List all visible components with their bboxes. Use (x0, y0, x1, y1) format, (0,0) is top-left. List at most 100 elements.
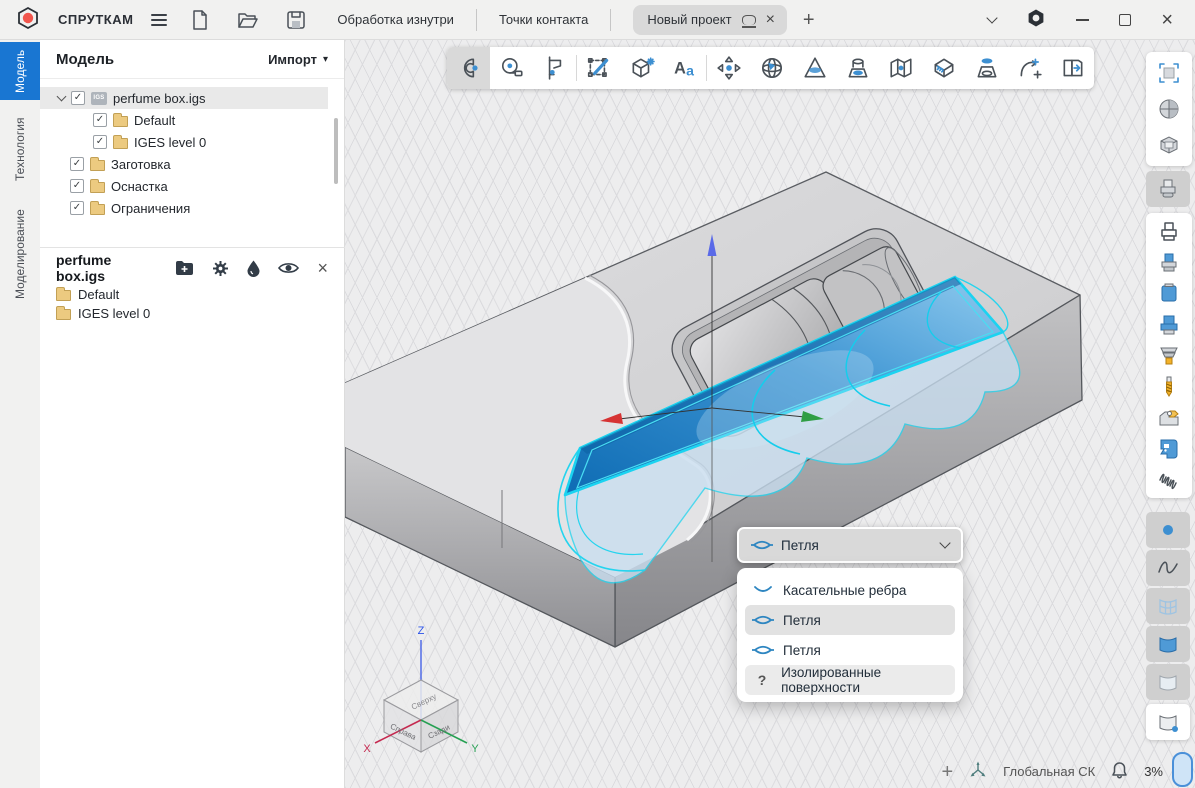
move-transform-icon[interactable] (707, 47, 750, 89)
axis-x-label: X (363, 743, 371, 755)
detail-panel-title: perfume box.igs (56, 252, 151, 284)
punch-outline-icon[interactable] (1147, 216, 1191, 247)
window-maximize-icon[interactable] (1119, 14, 1131, 26)
draft-pad-icon[interactable] (965, 47, 1008, 89)
menu-tab-contact-points[interactable]: Точки контакта (499, 12, 588, 27)
save-file-icon[interactable] (281, 5, 311, 35)
machine-icon[interactable] (1147, 433, 1191, 464)
checkbox[interactable]: ✓ (71, 91, 85, 105)
expander-chevron-icon[interactable] (57, 92, 67, 102)
notifications-bell-icon[interactable] (1111, 761, 1128, 782)
select-frame-icon[interactable] (1147, 55, 1191, 91)
add-folder-icon[interactable] (175, 260, 194, 276)
checkbox[interactable]: ✓ (93, 113, 107, 127)
stamp-tip-icon[interactable] (1147, 340, 1191, 371)
side-panel-toggle-icon[interactable] (1051, 47, 1094, 89)
punch-pad-icon[interactable] (836, 47, 879, 89)
tree-item-perfume-box[interactable]: ✓ IGS perfume box.igs (40, 87, 328, 109)
open-folder-icon[interactable] (233, 5, 263, 35)
sidebar-tab-modeling[interactable]: Моделирование (0, 198, 40, 310)
detail-item-default[interactable]: Default (40, 285, 344, 304)
sidebar-tab-model[interactable]: Модель (0, 42, 40, 100)
cube-face-left-label: Справа (389, 722, 418, 742)
origin-axes-triad (600, 234, 824, 562)
surface-map-icon[interactable] (879, 47, 922, 89)
caliper-icon[interactable] (533, 47, 576, 89)
material-drop-icon[interactable] (247, 260, 260, 277)
mesh-surface-icon[interactable] (1146, 588, 1190, 624)
new-file-icon[interactable] (185, 5, 215, 35)
drill-bit-icon[interactable] (1147, 371, 1191, 402)
tab-close-icon[interactable]: × (766, 12, 775, 28)
sidebar-tab-technology[interactable]: Технология (0, 108, 40, 190)
main-menu-icon[interactable] (151, 14, 167, 26)
text-annotation-icon[interactable]: Aa (663, 47, 706, 89)
viewport-3d[interactable]: Сверху Справа Сзади Z X Y (345, 40, 1195, 788)
detail-item-label: Default (78, 287, 119, 302)
tree-item-label: Заготовка (111, 157, 171, 172)
window-minimize-icon[interactable] (1076, 19, 1089, 21)
stepped-punch-icon[interactable] (1147, 309, 1191, 340)
panel-title: Модель (56, 51, 114, 68)
pin-tab-icon[interactable] (742, 15, 756, 25)
curve-create-icon[interactable] (1008, 47, 1051, 89)
folder-icon (56, 309, 71, 320)
menu-option-isolated-surfaces[interactable]: ? Изолированные поверхности (745, 665, 955, 695)
tangent-arc-icon (752, 583, 774, 597)
detail-item-iges[interactable]: IGES level 0 (40, 304, 344, 323)
loop-icon (751, 538, 773, 552)
surface-filled-icon[interactable] (1146, 626, 1190, 662)
tree-scrollbar[interactable] (334, 118, 338, 184)
menu-option-loop-2[interactable]: Петля (745, 635, 955, 665)
tree-item-fixture[interactable]: ✓ Оснастка (40, 175, 344, 197)
surface-light-icon[interactable] (1146, 664, 1190, 700)
simulation-box-icon[interactable] (922, 47, 965, 89)
rotate-sphere-icon[interactable] (750, 47, 793, 89)
view-box-icon[interactable] (1147, 127, 1191, 163)
visibility-eye-icon[interactable] (278, 261, 299, 275)
coordinate-triad-icon[interactable] (969, 761, 987, 782)
surface-point-icon[interactable] (1146, 704, 1190, 740)
import-button[interactable]: Импорт ▾ (268, 52, 328, 67)
punch-blue-icon[interactable] (1147, 247, 1191, 278)
menu-option-loop-1[interactable]: Петля (745, 605, 955, 635)
menu-tab-processing[interactable]: Обработка изнутри (337, 12, 454, 27)
coordinate-system-label[interactable]: Глобальная СК (1003, 764, 1095, 779)
tree-item-restrictions[interactable]: ✓ Ограничения (40, 197, 344, 219)
close-icon[interactable]: × (317, 259, 328, 277)
workpiece-icon[interactable] (1147, 402, 1191, 433)
hatch-pattern-icon[interactable] (1147, 464, 1191, 495)
folder-icon (90, 160, 105, 171)
measure-tape-icon[interactable] (490, 47, 533, 89)
new-tab-plus-icon[interactable]: + (803, 10, 815, 30)
cylinder-blue-icon[interactable] (1147, 278, 1191, 309)
chevron-down-icon[interactable] (987, 12, 998, 23)
tree-item-workpiece[interactable]: ✓ Заготовка (40, 153, 344, 175)
tree-item-iges-level[interactable]: ✓ IGES level 0 (40, 131, 344, 153)
checkbox[interactable]: ✓ (70, 157, 84, 171)
cone-section-icon[interactable] (793, 47, 836, 89)
checkbox[interactable]: ✓ (70, 179, 84, 193)
menu-option-tangent-edges[interactable]: Касательные ребра (745, 575, 955, 605)
add-plus-icon[interactable]: + (941, 762, 953, 782)
window-close-icon[interactable]: × (1161, 10, 1173, 30)
app-logo-icon (16, 6, 40, 33)
gear-icon[interactable] (212, 260, 229, 277)
selection-type-dropdown[interactable]: Петля (737, 527, 963, 563)
project-tab-active[interactable]: Новый проект × (633, 5, 787, 35)
snap-magnet-icon[interactable] (447, 47, 490, 89)
mold-block (345, 172, 1082, 647)
checkbox[interactable]: ✓ (70, 201, 84, 215)
tree-item-default[interactable]: ✓ Default (40, 109, 344, 131)
spline-curve-icon[interactable] (1146, 550, 1190, 586)
punch-tool-icon[interactable] (1146, 171, 1190, 207)
sketch-edit-icon[interactable] (577, 47, 620, 89)
view-sphere-icon[interactable] (1147, 91, 1191, 127)
checkbox[interactable]: ✓ (93, 135, 107, 149)
loop-icon (752, 613, 774, 627)
model-panel: Модель Импорт ▾ ✓ IGS perfume box.igs ✓ … (40, 40, 345, 788)
settings-nut-icon[interactable] (1026, 8, 1046, 31)
point-icon[interactable] (1146, 512, 1190, 548)
zoom-slider[interactable] (1172, 752, 1193, 787)
create-solid-icon[interactable] (620, 47, 663, 89)
